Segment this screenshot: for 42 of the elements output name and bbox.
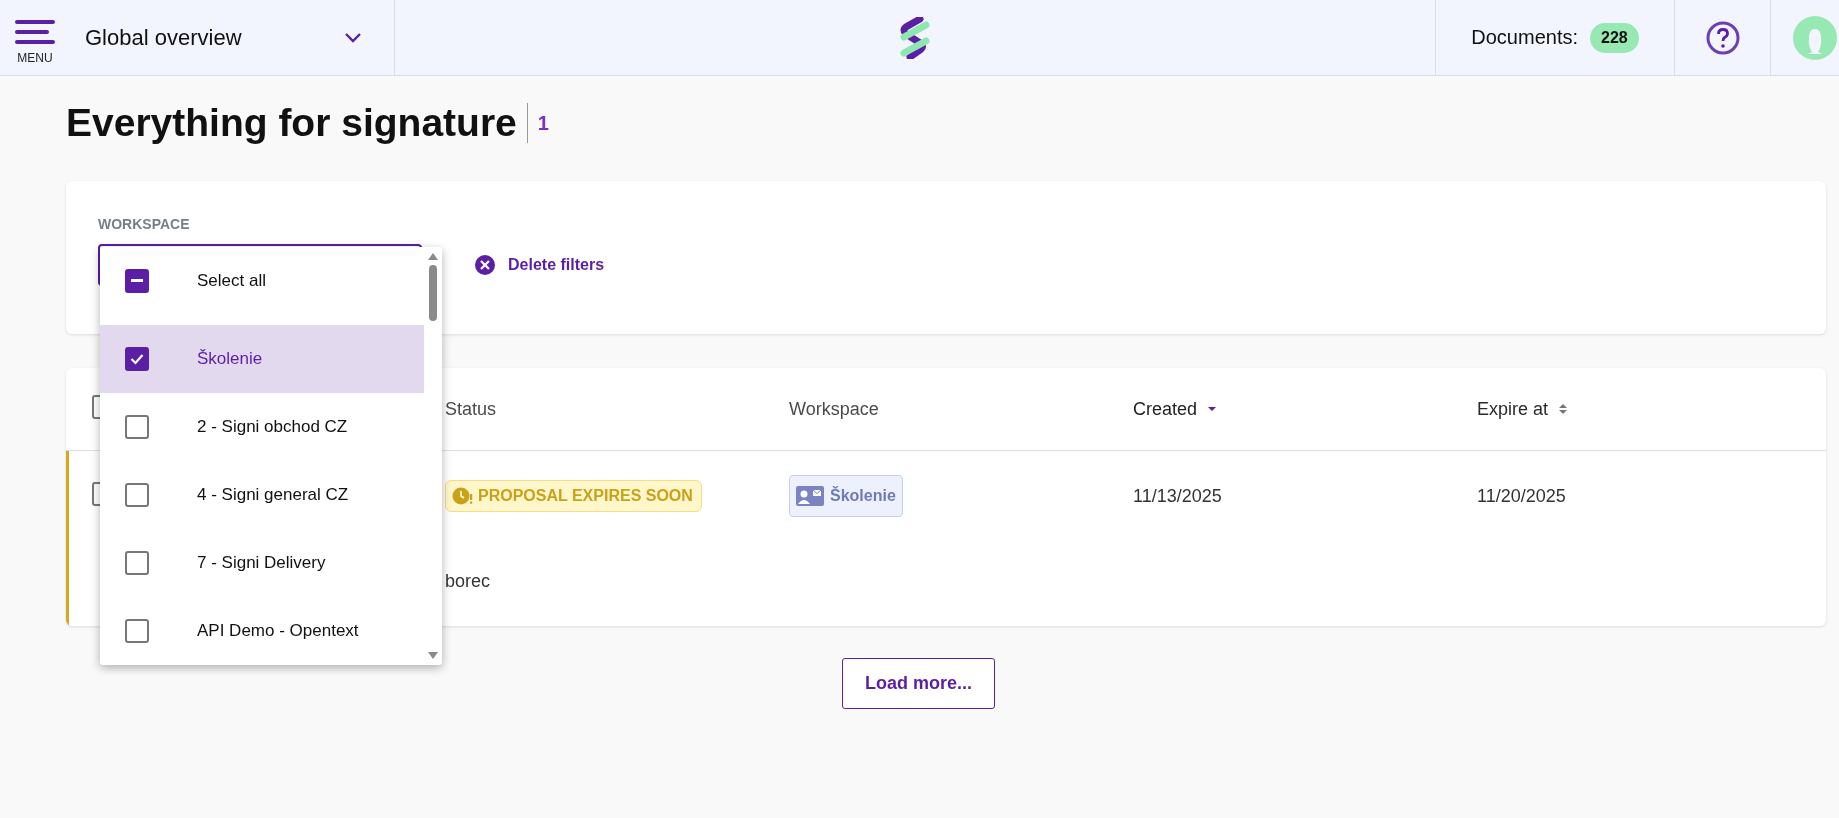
column-header[interactable]: Status (445, 398, 497, 420)
clock-alert-icon (452, 486, 474, 506)
detail-text: borec (445, 570, 491, 592)
workspace-tag: Školenie (789, 475, 903, 517)
column-header[interactable]: Workspace (789, 398, 879, 420)
documents-label: Documents: (1471, 26, 1578, 49)
page-title: Everything for signature (66, 103, 528, 143)
menu-icon (15, 20, 55, 44)
scroll-up-icon[interactable] (427, 251, 439, 261)
view-select[interactable]: Global overview (70, 0, 395, 75)
scroll-thumb[interactable] (429, 265, 437, 321)
column-header[interactable]: Expire at (1477, 398, 1549, 420)
close-icon (474, 254, 496, 276)
menu-button[interactable]: MENU (11, 10, 59, 65)
column-header[interactable]: Created (1133, 398, 1198, 420)
filter-label: WORKSPACE (98, 216, 191, 232)
contact-card-icon (796, 486, 824, 506)
sort-desc-icon[interactable] (1207, 406, 1218, 412)
table-cell: 11/13/2025 (1133, 485, 1222, 506)
documents-count: 228 (1590, 22, 1639, 53)
checkbox[interactable] (125, 551, 149, 575)
workspace-option[interactable]: 7 - Signi Delivery (100, 529, 424, 597)
status-badge: PROPOSAL EXPIRES SOON (445, 480, 702, 512)
checkbox[interactable] (125, 347, 149, 371)
workspace-option[interactable]: Školenie (100, 325, 424, 393)
checkbox[interactable] (125, 269, 149, 293)
checkbox[interactable] (125, 483, 149, 507)
chevron-down-icon (344, 31, 362, 44)
load-more-button[interactable]: Load more... (842, 658, 995, 709)
checkbox[interactable] (125, 619, 149, 643)
select-all-option[interactable]: Select all (100, 247, 424, 325)
delete-filters-button[interactable]: Delete filters (474, 254, 605, 276)
workspace-option[interactable]: 4 - Signi general CZ (100, 461, 424, 529)
logo-icon (898, 16, 932, 59)
check-icon (129, 351, 145, 367)
scroll-down-icon[interactable] (427, 651, 439, 661)
table-cell: 11/20/2025 (1477, 485, 1566, 506)
sort-icon[interactable] (1558, 403, 1569, 415)
checkbox[interactable] (125, 415, 149, 439)
help-icon[interactable] (1705, 20, 1740, 55)
minus-icon (131, 279, 143, 283)
item-count: 1 (536, 111, 549, 135)
